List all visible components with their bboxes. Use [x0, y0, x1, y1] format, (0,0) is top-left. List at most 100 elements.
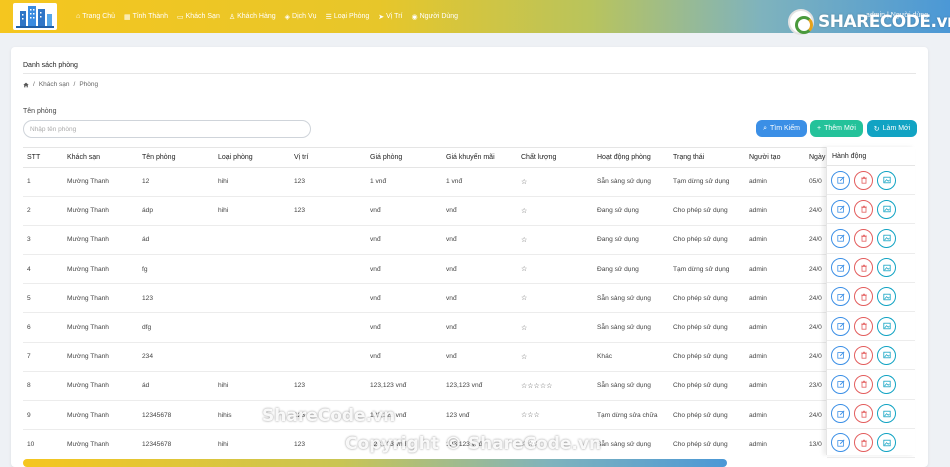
- col-header: Trạng thái: [669, 148, 745, 168]
- image-button[interactable]: [877, 404, 896, 424]
- actions-row: [827, 429, 915, 458]
- image-button[interactable]: [877, 199, 896, 219]
- edit-icon: [836, 351, 845, 359]
- cell-location: [290, 312, 366, 343]
- edit-button[interactable]: [831, 404, 850, 424]
- table-row[interactable]: 8 Mường Thanh ád hihi 123 123,123 vnđ 123,123 …: [23, 371, 915, 402]
- cell-stt: 1: [23, 167, 63, 197]
- cell-stt: 2: [23, 196, 63, 226]
- cell-room-activity: Đang sử dụng: [593, 196, 669, 226]
- delete-button[interactable]: [854, 287, 873, 307]
- nav-item-locations[interactable]: ➤ Vị Trí: [378, 13, 402, 21]
- home-icon[interactable]: [23, 82, 29, 88]
- delete-button[interactable]: [854, 228, 873, 248]
- edit-button[interactable]: [831, 170, 850, 190]
- image-button[interactable]: [877, 374, 896, 394]
- cell-creator: admin: [745, 225, 805, 256]
- add-room-button[interactable]: + Thêm Mới: [810, 120, 863, 137]
- edit-button[interactable]: [831, 433, 850, 453]
- table-row[interactable]: 1 Mường Thanh 12 hihi 123 1 vnđ 1 vnđ ☆ Sẵn sàng…: [23, 167, 915, 197]
- image-button[interactable]: [877, 170, 896, 190]
- cell-hotel: Mường Thanh: [63, 342, 138, 372]
- search-button[interactable]: ⌕ Tìm Kiếm: [756, 120, 807, 137]
- breadcrumb: / Khách sạn / Phòng: [23, 81, 98, 88]
- col-header: Khách sạn: [63, 148, 138, 168]
- cell-room-activity: Đang sử dụng: [593, 254, 669, 285]
- table-row[interactable]: 3 Mường Thanh ád vnđ vnđ ☆ Đang sử dụng Cho phé…: [23, 225, 915, 256]
- nav-item-room-types[interactable]: ☰ Loại Phòng: [326, 13, 370, 21]
- edit-button[interactable]: [831, 287, 850, 307]
- image-button[interactable]: [877, 316, 896, 336]
- cell-room-activity: Sẵn sàng sử dụng: [593, 312, 669, 343]
- cell-room-name: 123: [138, 283, 214, 314]
- col-header: Chất lượng: [517, 148, 593, 168]
- delete-button[interactable]: [854, 258, 873, 278]
- table-row[interactable]: 10 Mường Thanh 12345678 hihi 123 123,123 vnđ 1…: [23, 429, 915, 455]
- delete-button[interactable]: [854, 374, 873, 394]
- table-row[interactable]: 5 Mường Thanh 123 vnđ vnđ ☆ Sẵn sàng sử dụng Ch…: [23, 283, 915, 314]
- table-row[interactable]: 9 Mường Thanh 12345678 hihis 123 123,123 vnđ 1…: [23, 400, 915, 431]
- nav-item-customers[interactable]: ♙ Khách Hàng: [229, 13, 276, 21]
- nav-item-home[interactable]: ⌂ Trang Chủ: [76, 13, 115, 20]
- actions-row: [827, 254, 915, 283]
- edit-button[interactable]: [831, 228, 850, 248]
- cell-quality: ☆☆☆: [517, 400, 593, 431]
- room-table: STT Khách sạn Tên phòng Loại phòng Vị tr…: [23, 148, 915, 455]
- cell-creator: admin: [745, 283, 805, 314]
- nav-item-services[interactable]: ◈ Dịch Vụ: [285, 13, 317, 21]
- nav-item-label: Dịch Vụ: [292, 13, 317, 20]
- image-button[interactable]: [877, 433, 896, 453]
- nav-item-label: Khách Sạn: [185, 13, 220, 20]
- edit-icon: [836, 264, 845, 272]
- image-icon: [882, 206, 891, 213]
- delete-button[interactable]: [854, 345, 873, 365]
- edit-button[interactable]: [831, 258, 850, 278]
- table-row[interactable]: 4 Mường Thanh fg vnđ vnđ ☆ Đang sử dụng Tạm dừn…: [23, 254, 915, 285]
- nav-item-users[interactable]: ◉ Người Dùng: [411, 13, 458, 21]
- cell-room-type: [214, 283, 290, 314]
- cell-hotel: Mường Thanh: [63, 371, 138, 402]
- group-icon: ◉: [411, 13, 418, 21]
- image-icon: [882, 410, 891, 417]
- room-name-search-input[interactable]: [23, 120, 311, 138]
- cell-room-name: ád: [138, 225, 214, 256]
- edit-button[interactable]: [831, 316, 850, 336]
- delete-button[interactable]: [854, 404, 873, 424]
- breadcrumb-hotels[interactable]: Khách sạn: [39, 81, 70, 88]
- delete-button[interactable]: [854, 170, 873, 190]
- nav-item-provinces[interactable]: ▦ Tỉnh Thành: [124, 13, 168, 21]
- image-button[interactable]: [877, 228, 896, 248]
- room-table-container[interactable]: STT Khách sạn Tên phòng Loại phòng Vị tr…: [23, 147, 915, 455]
- nav-item-hotels[interactable]: ▭ Khách Sạn: [177, 13, 220, 21]
- image-button[interactable]: [877, 258, 896, 278]
- actions-row: [827, 370, 915, 400]
- hotel-logo[interactable]: [12, 2, 58, 31]
- cell-room-type: [214, 342, 290, 372]
- horizontal-scrollbar[interactable]: [23, 459, 727, 467]
- cell-room-type: hihi: [214, 196, 290, 226]
- image-button[interactable]: [877, 287, 896, 307]
- cell-room-name: 12345678: [138, 429, 214, 455]
- cell-stt: 9: [23, 400, 63, 431]
- delete-button[interactable]: [854, 433, 873, 453]
- edit-button[interactable]: [831, 345, 850, 365]
- cell-location: 123: [290, 371, 366, 402]
- edit-button[interactable]: [831, 199, 850, 219]
- cell-quality: ☆☆☆: [517, 429, 593, 455]
- refresh-button-label: Làm Mới: [882, 125, 911, 132]
- delete-button[interactable]: [854, 316, 873, 336]
- image-icon: [882, 176, 891, 184]
- image-button[interactable]: [877, 345, 896, 365]
- delete-button[interactable]: [854, 199, 873, 219]
- edit-button[interactable]: [831, 374, 850, 394]
- cell-promo-price: 123,123 vnđ: [442, 371, 517, 402]
- refresh-button[interactable]: ↻ Làm Mới: [867, 120, 917, 137]
- table-row[interactable]: 2 Mường Thanh ádp hihi 123 vnđ vnđ ☆ Đang sử dụn…: [23, 196, 915, 226]
- cell-promo-price: vnđ: [442, 254, 517, 285]
- cell-location: [290, 342, 366, 372]
- edit-icon: [836, 380, 845, 389]
- table-row[interactable]: 6 Mường Thanh dfg vnđ vnđ ☆ Sẵn sàng sử dụng Ch…: [23, 312, 915, 343]
- cell-stt: 7: [23, 342, 63, 372]
- table-row[interactable]: 7 Mường Thanh 234 vnđ vnđ ☆ Khác Cho phép sử dụ…: [23, 342, 915, 372]
- actions-row: [827, 312, 915, 342]
